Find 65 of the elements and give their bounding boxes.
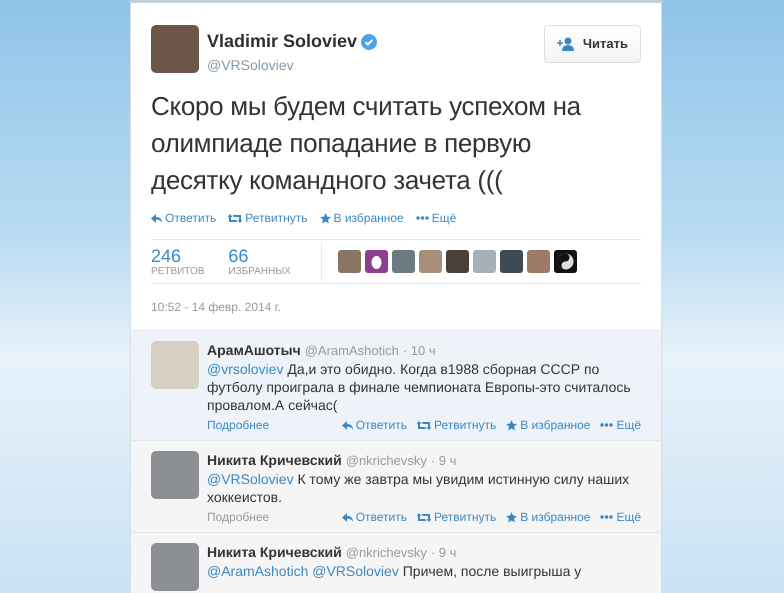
reply-arrow-icon	[342, 512, 353, 522]
reply-row[interactable]: Никита Кричевский @nkrichevsky · 9 ч @AramAshotich @VRSoloviev Причем, после выигрыша у	[131, 532, 661, 593]
stat-count[interactable]: 246	[151, 246, 204, 266]
avatar-photo-placeholder[interactable]	[392, 250, 415, 273]
stat-label: ИЗБРАННЫХ	[228, 266, 291, 278]
mention-link[interactable]: @vrsoloviev	[207, 361, 284, 377]
avatar-photo-placeholder	[151, 341, 199, 389]
action-link[interactable]: В избранное	[506, 416, 590, 434]
reply-row[interactable]: Никита Кричевский @nkrichevsky · 9 ч @VRSoloviev К тому же завтра мы увидим истинную силу наших хоккеистов. Подробнее Ответить Ретвитнуть В избранное Ещё	[131, 440, 661, 532]
action-link[interactable]: Ответить	[342, 416, 407, 434]
reply-author-name[interactable]: АрамАшотыч	[207, 341, 301, 359]
star-icon	[506, 420, 518, 430]
dots-icon	[416, 216, 429, 220]
retweet-icon	[417, 512, 431, 522]
avatar-photo-placeholder	[151, 543, 199, 591]
avatar-photo-placeholder[interactable]	[446, 250, 469, 273]
mention-link[interactable]: @VRSoloviev	[207, 471, 294, 487]
stat-label: РЕТВИТОВ	[151, 266, 204, 278]
tweet-text: Скоро мы будем считать успехом на олимпиаде попадание в первую десятку командного зачета (((	[151, 90, 582, 197]
reply-text: @VRSoloviev К тому же завтра мы увидим истинную силу наших хоккеистов.	[207, 470, 630, 506]
dots-icon	[600, 423, 614, 427]
action-link[interactable]: Ещё	[600, 416, 641, 434]
add-user-icon	[556, 36, 575, 51]
reply-text: @vrsoloviev Да,и это обидно. Когда в1988 сборная СССР по футболу проиграла в финале чемпионата Европы-это считалось провалом.А сейчас(	[207, 360, 632, 414]
reply-author-handle[interactable]: @nkrichevsky	[346, 452, 427, 470]
reply-author-name[interactable]: Никита Кричевский	[207, 543, 342, 561]
reply-row[interactable]	[131, 330, 661, 440]
mention-link[interactable]: @VRSoloviev	[312, 563, 399, 579]
action-link[interactable]: В избранное	[320, 209, 404, 227]
star-icon	[320, 212, 330, 224]
action-link[interactable]: Ещё	[416, 209, 456, 227]
reply-text: @AramAshotich @VRSoloviev Причем, после выигрыша у	[207, 562, 582, 580]
reply-author-handle[interactable]: @nkrichevsky	[346, 544, 427, 562]
stat-count[interactable]: 66	[228, 246, 291, 266]
action-link[interactable]: Ответить	[342, 508, 407, 526]
reply-time[interactable]: · 9 ч	[430, 544, 456, 562]
action-link[interactable]: Ещё	[600, 508, 641, 526]
retweet-icon	[417, 420, 431, 430]
mention-link[interactable]: @AramAshotich	[207, 563, 308, 579]
author-name: Vladimir Soloviev	[207, 30, 358, 53]
retweet-icon	[228, 214, 242, 222]
reply-author-handle[interactable]: @AramAshotich	[304, 342, 399, 360]
star-icon	[506, 512, 518, 522]
details-link[interactable]: Подробнее	[207, 416, 270, 434]
action-link[interactable]: Ретвитнуть	[417, 508, 496, 526]
avatar-photo-placeholder[interactable]	[500, 250, 523, 273]
tweet-timestamp: 10:52 - 14 февр. 2014 г.	[151, 299, 282, 316]
action-link[interactable]: Ответить	[151, 209, 216, 227]
egg-avatar-icon	[364, 250, 388, 273]
reply-time[interactable]: · 10 ч	[402, 342, 436, 360]
avatar-photo-placeholder	[151, 25, 199, 73]
reply-arrow-icon	[342, 420, 353, 430]
action-link[interactable]: Ретвитнуть	[417, 416, 496, 434]
reply-arrow-icon	[151, 214, 162, 222]
dots-icon	[600, 515, 614, 519]
follow-button[interactable]: Читать	[544, 25, 641, 62]
reply-time[interactable]: · 9 ч	[430, 452, 456, 470]
yin-yang-avatar-icon	[554, 250, 577, 273]
avatar-photo-placeholder[interactable]	[338, 250, 361, 273]
reply-author-name[interactable]: Никита Кричевский	[207, 451, 342, 469]
details-link[interactable]: Подробнее	[207, 508, 270, 526]
action-link[interactable]: В избранное	[506, 508, 590, 526]
avatar-photo-placeholder	[151, 451, 199, 499]
author-handle: @VRSoloviev	[207, 56, 295, 75]
action-link[interactable]: Ретвитнуть	[228, 209, 308, 227]
